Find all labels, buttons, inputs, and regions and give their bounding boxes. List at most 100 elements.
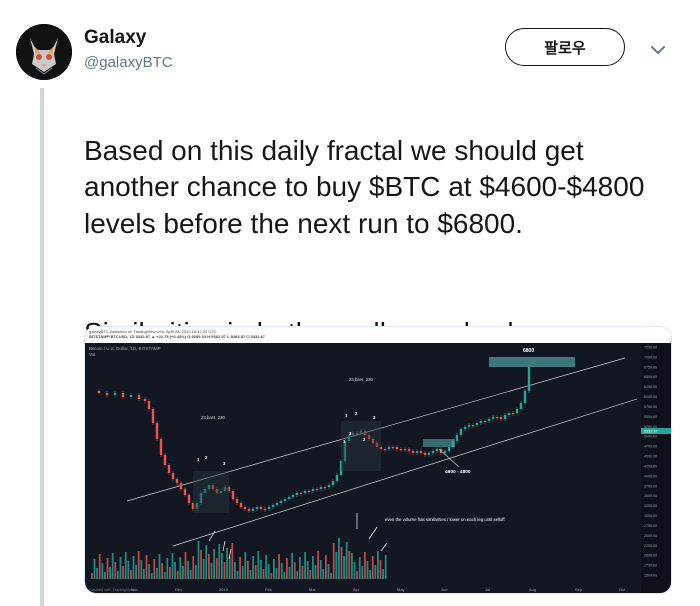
volume-bar [244, 552, 247, 579]
candle-body [419, 451, 423, 453]
candle-body [179, 483, 183, 489]
candle-body [303, 491, 307, 493]
volume-bar [158, 554, 161, 579]
candle-body [399, 449, 403, 451]
candle-body [163, 455, 167, 465]
volume-bar [296, 571, 299, 579]
volume-bar [171, 553, 174, 579]
candle-body [159, 439, 163, 455]
candle-body [327, 485, 331, 487]
x-tick-label: May [397, 587, 405, 592]
candle-body [395, 447, 399, 449]
candle-body [275, 503, 279, 505]
author-handle[interactable]: @galaxyBTC [84, 54, 173, 71]
volume-bar [304, 552, 306, 579]
volume-bar [213, 549, 215, 579]
candle-body [511, 413, 515, 415]
buy-zone-box [423, 439, 455, 447]
candle-body [155, 423, 159, 439]
y-tick-label: 4000.00 [644, 474, 657, 478]
fractal-range-b [341, 421, 381, 471]
volume-bar [228, 557, 231, 579]
volume-bar [174, 562, 176, 579]
volume-bar [166, 558, 169, 579]
candle-body [523, 391, 527, 403]
author-name[interactable]: Galaxy [84, 27, 146, 49]
volume-bar [195, 565, 197, 579]
volume-bar [309, 570, 312, 579]
candle-body [105, 393, 109, 395]
volume-bar [327, 564, 330, 579]
volume-bar [210, 563, 213, 579]
volume-bar [187, 561, 189, 579]
candle-body [403, 449, 407, 451]
volume-bar [374, 565, 377, 579]
volume-bar [348, 551, 351, 579]
volume-bar [241, 566, 244, 579]
y-tick-label: 4250.00 [644, 464, 657, 468]
candle-body [475, 423, 479, 425]
volume-bar [202, 559, 205, 579]
volume-bar [192, 556, 195, 579]
follow-button[interactable]: 팔로우 [505, 28, 625, 66]
volume-bar [278, 554, 280, 579]
volume-bar [283, 572, 286, 579]
candle-body [279, 501, 283, 503]
cat-avatar-icon [16, 24, 72, 80]
volume-bar [200, 550, 202, 579]
volume-bar [223, 562, 226, 579]
candle-body [519, 403, 523, 409]
volume-bar [332, 543, 335, 579]
volume-bar [254, 565, 257, 579]
volume-bar [163, 572, 166, 579]
volume-bar [338, 538, 340, 579]
x-tick-label: Jun [441, 587, 447, 592]
candle-body [167, 465, 171, 473]
x-tick-label: Dec [175, 587, 182, 592]
volume-bar [189, 570, 192, 579]
volume-bar [114, 562, 117, 579]
avatar[interactable] [16, 24, 72, 80]
tweet-media[interactable]: galaxyBTC published on TradingView.com, … [84, 326, 672, 594]
candle-body [479, 421, 483, 423]
x-tick-label: Feb [265, 587, 273, 592]
volume-bar [265, 555, 267, 579]
candle-body [315, 489, 319, 491]
volume-bar [343, 556, 345, 579]
volume-bar [156, 568, 158, 579]
volume-bar [358, 557, 361, 579]
candle-body [527, 367, 531, 391]
candle-body [487, 419, 491, 421]
y-tick-label: 3750.00 [644, 484, 657, 488]
candle-body [239, 503, 243, 507]
volume-bar [130, 570, 132, 579]
volume-bar [299, 557, 301, 579]
volume-bar [369, 570, 371, 579]
y-tick-label: 6500.00 [644, 375, 657, 379]
candle-body [299, 493, 303, 495]
volume-bar [236, 571, 239, 579]
y-tick-label: 3250.00 [644, 504, 657, 508]
candle-body [259, 507, 263, 509]
volume-bar [371, 556, 374, 579]
candle-body [467, 425, 471, 427]
candle-body [415, 451, 419, 453]
volume-bar [145, 555, 148, 579]
volume-bar [345, 542, 348, 579]
chevron-down-icon[interactable] [648, 40, 668, 60]
volume-bar [93, 559, 96, 579]
candle-body [391, 447, 395, 449]
candle-body [311, 489, 315, 491]
volume-bar [364, 552, 366, 579]
x-tick-label: Apr [353, 587, 360, 592]
volume-bar [252, 556, 254, 579]
volume-bar [270, 573, 273, 579]
candle-body [507, 413, 511, 415]
volume-bar [153, 559, 156, 579]
target-label: 6800 [523, 348, 534, 354]
volume-bar [377, 551, 379, 579]
chart-header: galaxyBTC published on TradingView.com, … [85, 327, 671, 343]
x-tick-label: Jul [485, 587, 490, 592]
candle-body [503, 415, 507, 419]
volume-bar [179, 557, 182, 579]
